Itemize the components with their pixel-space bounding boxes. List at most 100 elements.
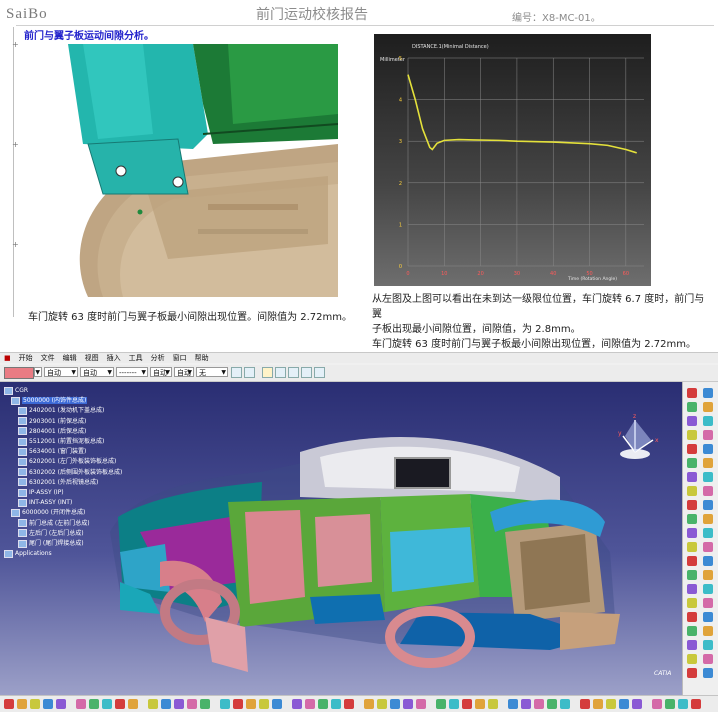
tree-node[interactable]: 6000000 (开闭件总成) <box>4 508 122 518</box>
part-design-icon[interactable] <box>687 612 697 622</box>
zoom-in-icon[interactable] <box>632 699 642 709</box>
fit-all-icon[interactable] <box>161 699 171 709</box>
part-design-icon[interactable] <box>687 500 697 510</box>
render-icon[interactable] <box>703 584 713 594</box>
redo-icon[interactable] <box>115 699 125 709</box>
simulation-icon[interactable] <box>703 570 713 580</box>
properties-icon[interactable] <box>244 367 255 378</box>
redo-icon[interactable] <box>288 367 299 378</box>
undo-icon[interactable] <box>534 699 544 709</box>
compass-icon[interactable]: z x y <box>615 412 665 462</box>
explode-icon[interactable] <box>703 444 713 454</box>
save-icon[interactable] <box>30 699 40 709</box>
measure-icon[interactable] <box>703 626 713 636</box>
iso-view-icon[interactable] <box>259 699 269 709</box>
tree-node[interactable]: 2804001 (后保总成) <box>4 427 122 437</box>
clash-analysis-icon[interactable] <box>390 699 400 709</box>
measure-icon[interactable] <box>703 514 713 524</box>
tree-node[interactable]: 5634001 (窗门装置) <box>4 447 122 457</box>
fit-all-icon[interactable] <box>593 699 603 709</box>
snap-icon[interactable] <box>687 444 697 454</box>
3d-viewport[interactable]: z x y CGR 5000000 (内饰件总成) 2402001 (发动机下盖总成… <box>0 382 682 695</box>
point-type-select[interactable]: 自动 ▼ <box>150 367 172 377</box>
help-icon[interactable] <box>560 699 570 709</box>
rotate-icon[interactable] <box>187 699 197 709</box>
tree-node[interactable]: Applications <box>4 549 122 559</box>
transparency-select[interactable]: 自动 ▼ <box>44 367 78 377</box>
sweep-icon[interactable] <box>687 472 697 482</box>
menu-edit[interactable]: 编辑 <box>63 353 77 363</box>
undo-icon[interactable] <box>275 367 286 378</box>
tree-node[interactable]: 5000000 (内饰件总成) <box>4 396 122 406</box>
menu-analysis[interactable]: 分析 <box>151 353 165 363</box>
new-icon[interactable] <box>436 699 446 709</box>
move-icon[interactable] <box>703 654 713 664</box>
measure-item-icon[interactable] <box>331 699 341 709</box>
tree-node[interactable]: 左后门 (左后门总成) <box>4 529 122 539</box>
clash-icon[interactable] <box>687 640 697 650</box>
menu-insert[interactable]: 插入 <box>107 353 121 363</box>
section-icon[interactable] <box>703 416 713 426</box>
section-icon[interactable] <box>703 640 713 650</box>
tree-node[interactable]: 2402001 (发动机下盖总成) <box>4 406 122 416</box>
multi-view-icon[interactable] <box>678 699 688 709</box>
print-icon[interactable] <box>43 699 53 709</box>
sectioning-icon[interactable] <box>377 699 387 709</box>
normal-view-icon[interactable] <box>665 699 675 709</box>
catalog-icon[interactable] <box>687 598 697 608</box>
tree-node[interactable]: 2903001 (前保总成) <box>4 417 122 427</box>
zoom-out-icon[interactable] <box>652 699 662 709</box>
print-icon[interactable] <box>475 699 485 709</box>
fill-color-swatch[interactable] <box>4 367 34 379</box>
catalog-browser-icon[interactable] <box>364 699 374 709</box>
explode-icon[interactable] <box>703 556 713 566</box>
cut-icon[interactable] <box>488 699 498 709</box>
pan-icon[interactable] <box>606 699 616 709</box>
paste-icon[interactable] <box>89 699 99 709</box>
tree-node[interactable]: IP-ASSY (IP) <box>4 488 122 498</box>
layer-select[interactable]: 自动 ▼ <box>174 367 194 377</box>
section-icon[interactable] <box>703 528 713 538</box>
layer-name-select[interactable]: 无 ▼ <box>196 367 228 377</box>
distance-icon[interactable] <box>687 542 697 552</box>
normal-view-icon[interactable] <box>233 699 243 709</box>
menu-file[interactable]: 文件 <box>41 353 55 363</box>
move-icon[interactable] <box>703 430 713 440</box>
multi-view-icon[interactable] <box>246 699 256 709</box>
tree-node[interactable]: CGR <box>4 386 122 396</box>
line-type-select[interactable]: ------- ▼ <box>116 367 148 377</box>
color-dropdown[interactable]: ▼ <box>34 367 42 377</box>
simulation-player-icon[interactable] <box>416 699 426 709</box>
menu-tools[interactable]: 工具 <box>129 353 143 363</box>
kinematics-icon[interactable] <box>687 458 697 468</box>
format-painter-icon[interactable] <box>231 367 242 378</box>
clash-icon[interactable] <box>687 528 697 538</box>
measure-between-icon[interactable] <box>318 699 328 709</box>
part-design-icon[interactable] <box>687 388 697 398</box>
new-icon[interactable] <box>4 699 14 709</box>
cut-icon[interactable] <box>56 699 66 709</box>
tree-node[interactable]: 6302002 (后侧围外板装饰板总成) <box>4 468 122 478</box>
fly-mode-icon[interactable] <box>580 699 590 709</box>
distance-icon[interactable] <box>687 430 697 440</box>
hide-show-icon[interactable] <box>292 699 302 709</box>
sweep-icon[interactable] <box>687 584 697 594</box>
save-icon[interactable] <box>462 699 472 709</box>
clash-icon[interactable] <box>687 416 697 426</box>
move-icon[interactable] <box>703 542 713 552</box>
zoom-icon[interactable] <box>314 367 325 378</box>
constraint-icon[interactable] <box>687 402 697 412</box>
redo-icon[interactable] <box>547 699 557 709</box>
snap-icon[interactable] <box>687 668 697 678</box>
tree-node[interactable]: INT-ASSY (INT) <box>4 498 122 508</box>
menu-start-icon[interactable]: ■ <box>4 353 11 363</box>
distance-analysis-icon[interactable] <box>403 699 413 709</box>
specification-tree[interactable]: CGR 5000000 (内饰件总成) 2402001 (发动机下盖总成) 29030… <box>4 386 122 559</box>
copy-icon[interactable] <box>76 699 86 709</box>
catalog-icon[interactable] <box>687 486 697 496</box>
undo-icon[interactable] <box>102 699 112 709</box>
kinematics-icon[interactable] <box>687 570 697 580</box>
measure-icon[interactable] <box>703 402 713 412</box>
publish-icon[interactable] <box>703 598 713 608</box>
publish-icon[interactable] <box>703 486 713 496</box>
